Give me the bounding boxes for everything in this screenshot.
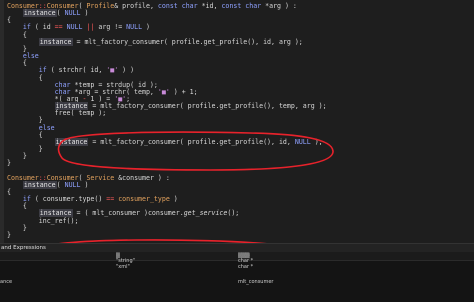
code-token: = mlt_factory_consumer( profile.get_prof… (88, 102, 327, 111)
watch-panel-title: and Expressions (0, 244, 474, 252)
code-token: ) + 1; (169, 87, 198, 96)
editor-gutter (0, 0, 4, 243)
code-token: ); (310, 137, 323, 146)
code-token: char (245, 2, 266, 10)
watch-row-name: ance (0, 279, 13, 285)
watch-panel: and Expressions ▒ ▒▒▒ "string" char * "x… (0, 243, 474, 302)
code-line[interactable]: instance( NULL ) (7, 9, 88, 18)
code-token: *arg ) : (265, 2, 297, 10)
code-token: (); (227, 209, 240, 218)
code-token: '■' (106, 66, 119, 75)
code-token: = ( mlt_consumer )consumer. (72, 209, 184, 218)
code-token: char (181, 2, 202, 10)
code-token: ( (56, 180, 65, 189)
code-token: } (7, 159, 11, 168)
code-token: & profile, (114, 2, 158, 10)
code-token: = mlt_factory_consumer( profile.get_prof… (72, 37, 303, 46)
code-token: ( id (30, 23, 55, 32)
code-token: const (157, 2, 182, 10)
code-token: const (221, 2, 246, 10)
code-token: } (7, 230, 11, 239)
code-token: ( consumer.type() (30, 195, 107, 204)
code-line[interactable]: instance = mlt_factory_consumer( profile… (7, 137, 323, 147)
code-token: instance (38, 37, 73, 46)
code-token: instance (22, 9, 57, 18)
code-line[interactable]: } (7, 159, 11, 168)
code-token: ) (80, 180, 89, 189)
watch-row[interactable]: "xml" char * (0, 263, 474, 271)
code-token: NULL (62, 23, 87, 32)
code-token: == (54, 23, 63, 32)
code-line[interactable]: } (7, 231, 11, 240)
code-token: ( strchr( id, (46, 66, 107, 75)
code-token: *id, (201, 2, 222, 10)
watch-grid[interactable]: ▒ ▒▒▒ "string" char * "xml" char * ance … (0, 252, 474, 302)
code-token: Service (86, 173, 115, 182)
code-token: instance (22, 180, 57, 189)
code-line[interactable]: instance = mlt_factory_consumer( profile… (7, 37, 303, 47)
code-token: '■' (157, 87, 170, 96)
code-token: ) (142, 23, 151, 32)
code-token: NULL (126, 23, 143, 32)
code-token: ( (56, 9, 65, 18)
code-token: NULL (64, 9, 81, 18)
watch-row-type: mlt_consumer (238, 279, 274, 285)
code-token: NULL (64, 180, 81, 189)
code-token: &consumer ) : (114, 173, 170, 182)
watch-row[interactable]: ance mlt_consumer (0, 278, 474, 286)
code-token: ) (173, 195, 178, 204)
code-token: Profile (86, 2, 115, 10)
watch-row-value: "xml" (116, 264, 130, 270)
code-token: arg != (94, 23, 127, 32)
code-token: ) ) (118, 66, 135, 75)
code-token: get_service (183, 209, 228, 218)
code-token: = mlt_factory_consumer( profile.get_prof… (88, 137, 295, 146)
code-token: ) (80, 9, 89, 18)
code-token: instance (54, 137, 89, 146)
code-line[interactable]: instance( NULL ) (7, 180, 89, 190)
code-editor[interactable]: Consumer::Consumer( Profile& profile, co… (0, 0, 474, 243)
code-line[interactable]: if ( id == NULL || arg != NULL ) (7, 23, 150, 32)
watch-row-type: char * (238, 264, 254, 270)
code-token: NULL (294, 137, 311, 146)
code-token: consumer_type (114, 195, 174, 204)
code-line[interactable]: if ( consumer.type() == consumer_type ) (7, 195, 178, 204)
